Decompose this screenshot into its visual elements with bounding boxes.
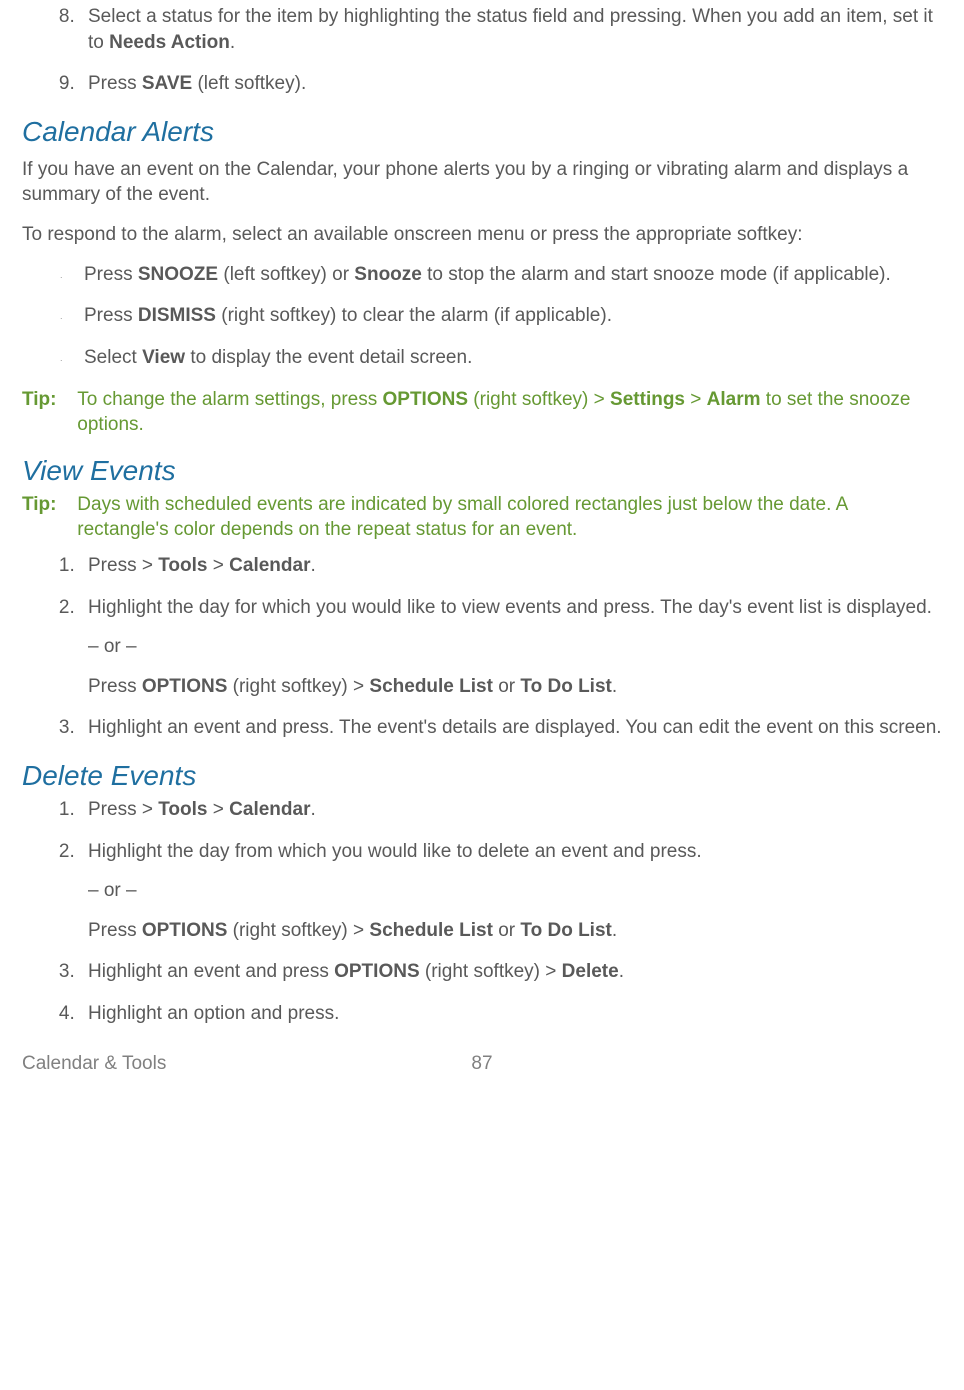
- bold-text: To Do List: [520, 676, 611, 697]
- text: Highlight the day from which you would l…: [88, 839, 942, 865]
- delete-events-steps: Press > Tools > Calendar. Highlight the …: [22, 797, 942, 1027]
- heading-view-events: View Events: [22, 452, 942, 490]
- text: Highlight the day for which you would li…: [88, 595, 942, 621]
- list-item: Press DISMISS (right softkey) to clear t…: [84, 303, 942, 329]
- bullet-list: Press SNOOZE (left softkey) or Snooze to…: [22, 262, 942, 371]
- text: Highlight an event and press: [88, 961, 334, 982]
- step-3: Highlight an event and press OPTIONS (ri…: [80, 959, 942, 985]
- bold-text: To Do List: [520, 920, 611, 941]
- bold-text: Alarm: [707, 389, 761, 410]
- text: Select: [84, 347, 142, 368]
- step-9: Press SAVE (left softkey).: [80, 71, 942, 97]
- bold-text: OPTIONS: [383, 389, 469, 410]
- text: Press: [88, 920, 142, 941]
- text: >: [685, 389, 707, 410]
- text: >: [208, 555, 230, 576]
- bold-text: Schedule List: [369, 920, 493, 941]
- heading-calendar-alerts: Calendar Alerts: [22, 113, 942, 151]
- bold-text: SNOOZE: [138, 264, 218, 285]
- text: Press: [84, 305, 138, 326]
- view-events-steps: Press > Tools > Calendar. Highlight the …: [22, 553, 942, 741]
- step-1: Press > Tools > Calendar.: [80, 553, 942, 579]
- step-8: Select a status for the item by highligh…: [80, 4, 942, 55]
- text: .: [310, 799, 315, 820]
- text: .: [612, 920, 617, 941]
- or-separator: – or –: [88, 878, 942, 904]
- text: (left softkey) or: [218, 264, 354, 285]
- bold-text: Snooze: [354, 264, 422, 285]
- text: To change the alarm settings, press: [77, 389, 382, 410]
- text: (left softkey).: [192, 73, 306, 94]
- paragraph: To respond to the alarm, select an avail…: [22, 222, 942, 248]
- step-3: Highlight an event and press. The event'…: [80, 715, 942, 741]
- list-item: Select View to display the event detail …: [84, 345, 942, 371]
- tip-body: To change the alarm settings, press OPTI…: [77, 387, 927, 438]
- text: .: [230, 32, 235, 53]
- bold-text: Calendar: [229, 555, 310, 576]
- bold-text: OPTIONS: [142, 676, 228, 697]
- bold-text: OPTIONS: [334, 961, 420, 982]
- text: .: [310, 555, 315, 576]
- bold-text: Calendar: [229, 799, 310, 820]
- top-ordered-list: Select a status for the item by highligh…: [22, 4, 942, 97]
- tip-label: Tip:: [22, 492, 72, 518]
- bold-text: Settings: [610, 389, 685, 410]
- heading-delete-events: Delete Events: [22, 757, 942, 795]
- text: .: [619, 961, 624, 982]
- bold-text: OPTIONS: [142, 920, 228, 941]
- paragraph: If you have an event on the Calendar, yo…: [22, 157, 942, 208]
- text-line: Press OPTIONS (right softkey) > Schedule…: [88, 674, 942, 700]
- tip-block: Tip: To change the alarm settings, press…: [22, 387, 942, 438]
- text: (right softkey) >: [420, 961, 562, 982]
- step-4: Highlight an option and press.: [80, 1001, 942, 1027]
- tip-block: Tip: Days with scheduled events are indi…: [22, 492, 942, 543]
- text: to stop the alarm and start snooze mode …: [422, 264, 891, 285]
- text: (right softkey) >: [227, 676, 369, 697]
- or-separator: – or –: [88, 634, 942, 660]
- page-number: 87: [471, 1051, 492, 1077]
- bold-text: Needs Action: [109, 32, 230, 53]
- text: Press >: [88, 799, 158, 820]
- text: >: [208, 799, 230, 820]
- bold-text: Delete: [562, 961, 619, 982]
- step-1: Press > Tools > Calendar.: [80, 797, 942, 823]
- bold-text: DISMISS: [138, 305, 216, 326]
- text: Press >: [88, 555, 158, 576]
- list-item: Press SNOOZE (left softkey) or Snooze to…: [84, 262, 942, 288]
- text: Press: [88, 676, 142, 697]
- bold-text: SAVE: [142, 73, 192, 94]
- footer-section: Calendar & Tools: [22, 1053, 166, 1074]
- text: Press: [88, 73, 142, 94]
- text: (right softkey) >: [227, 920, 369, 941]
- text: (right softkey) to clear the alarm (if a…: [216, 305, 612, 326]
- text: to display the event detail screen.: [185, 347, 472, 368]
- step-2: Highlight the day for which you would li…: [80, 595, 942, 700]
- text: .: [612, 676, 617, 697]
- bold-text: Tools: [158, 799, 207, 820]
- page-footer: Calendar & Tools 87: [22, 1051, 942, 1077]
- text: (right softkey) >: [468, 389, 610, 410]
- text-line: Press OPTIONS (right softkey) > Schedule…: [88, 918, 942, 944]
- bold-text: Tools: [158, 555, 207, 576]
- tip-label: Tip:: [22, 387, 72, 413]
- bold-text: Schedule List: [369, 676, 493, 697]
- text: Press: [84, 264, 138, 285]
- text: or: [493, 920, 520, 941]
- step-2: Highlight the day from which you would l…: [80, 839, 942, 944]
- tip-body: Days with scheduled events are indicated…: [77, 492, 927, 543]
- bold-text: View: [142, 347, 185, 368]
- text: or: [493, 676, 520, 697]
